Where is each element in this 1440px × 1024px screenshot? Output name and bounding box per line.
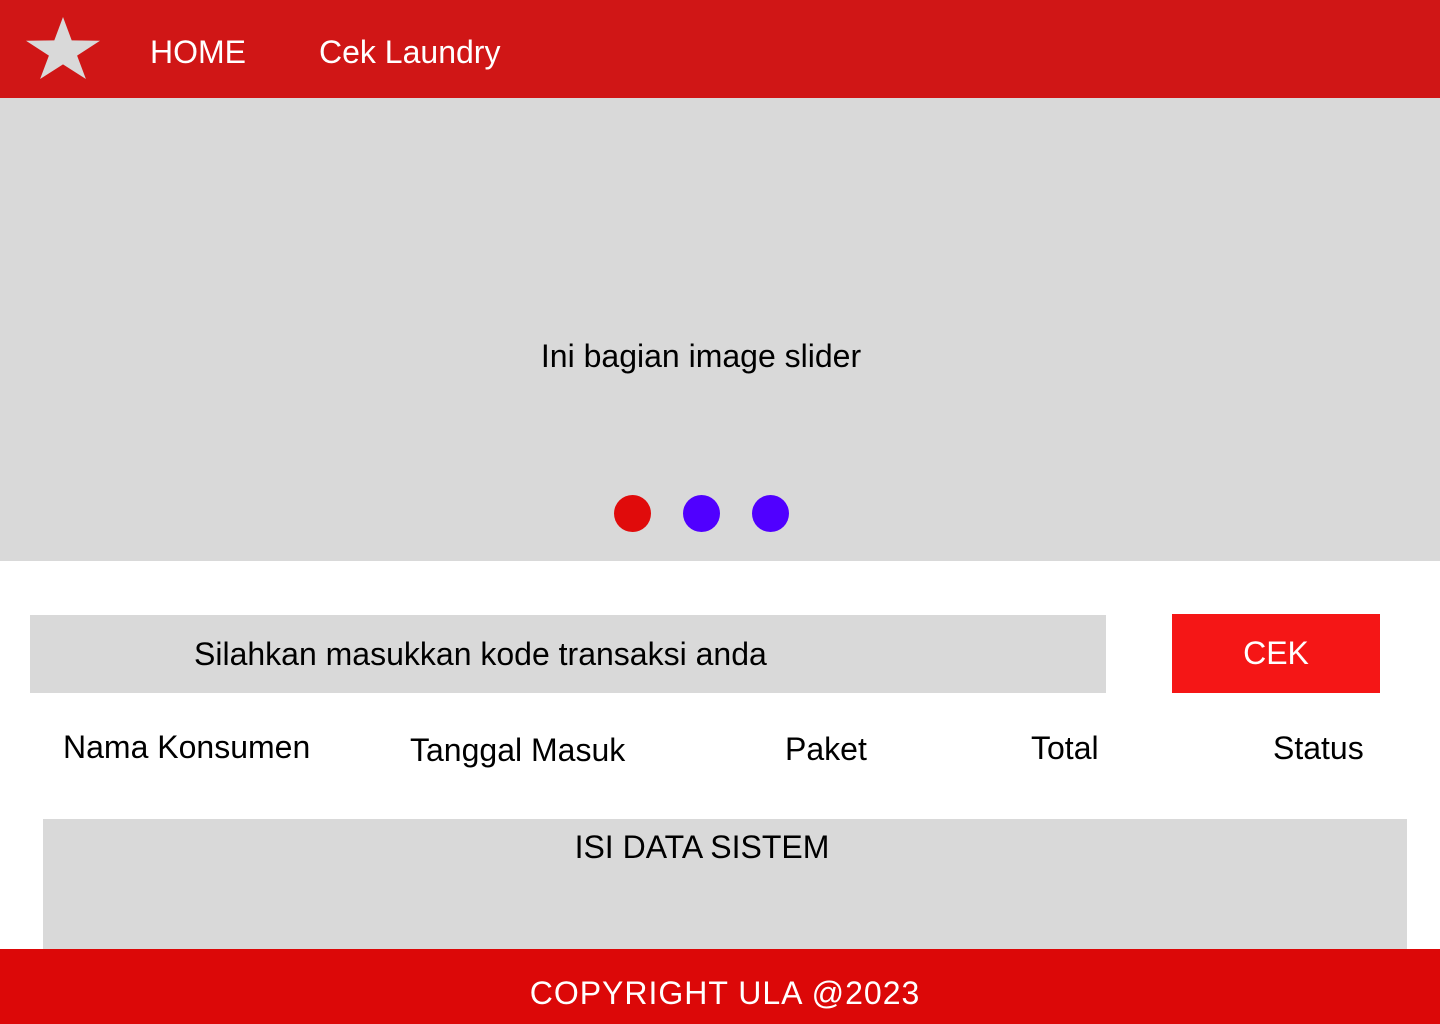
column-header-tanggal-masuk: Tanggal Masuk	[410, 732, 626, 768]
column-header-total: Total	[1031, 730, 1099, 766]
star-shape	[26, 17, 100, 79]
slider-placeholder-text: Ini bagian image slider	[540, 338, 862, 374]
transaction-code-input[interactable]	[30, 615, 1106, 693]
footer: COPYRIGHT ULA @2023	[0, 949, 1440, 1024]
nav-link-home[interactable]: HOME	[150, 30, 246, 74]
slider-dot-2[interactable]	[683, 495, 720, 532]
slider-dot-1[interactable]	[614, 495, 651, 532]
image-slider: Ini bagian image slider	[0, 98, 1440, 561]
nav-link-cek-laundry[interactable]: Cek Laundry	[319, 30, 500, 74]
navbar: HOME Cek Laundry	[0, 0, 1440, 98]
column-header-paket: Paket	[785, 731, 867, 767]
data-placeholder-text: ISI DATA SISTEM	[574, 829, 830, 865]
star-icon[interactable]	[26, 17, 100, 79]
column-header-nama-konsumen: Nama Konsumen	[63, 729, 311, 765]
data-table-body: ISI DATA SISTEM	[43, 819, 1407, 950]
column-header-status: Status	[1273, 730, 1364, 766]
copyright-text: COPYRIGHT ULA @2023	[529, 975, 921, 1011]
slider-dot-3[interactable]	[752, 495, 789, 532]
cek-button[interactable]: CEK	[1172, 614, 1380, 693]
